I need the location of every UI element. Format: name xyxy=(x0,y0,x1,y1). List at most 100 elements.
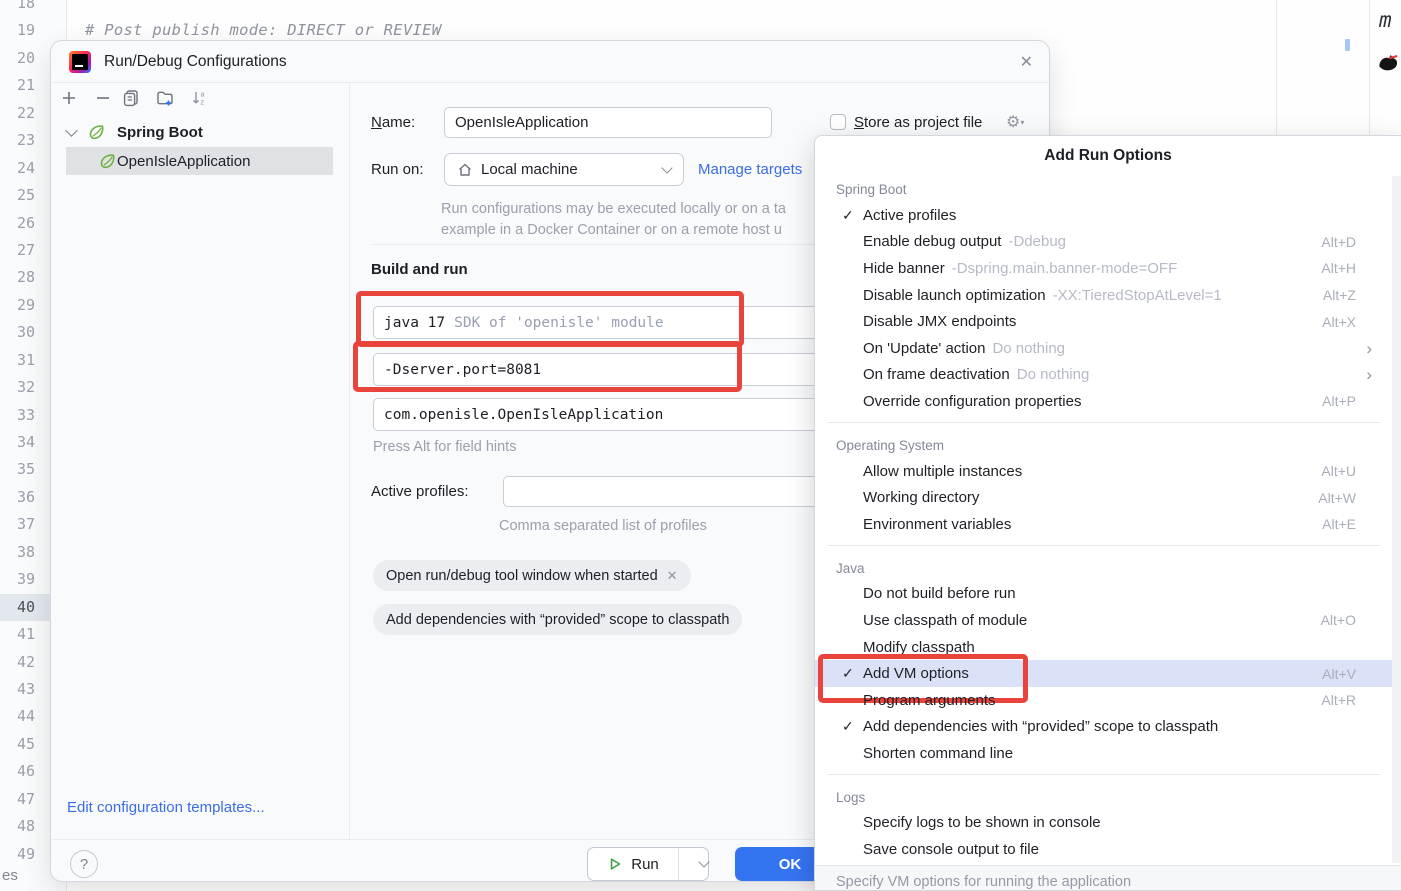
chevron-down-icon xyxy=(65,124,78,137)
jre-field-hint: SDK of 'openisle' module xyxy=(454,315,664,331)
jre-field[interactable]: java 17 SDK of 'openisle' module xyxy=(373,306,841,339)
menu-item-shortcut: Alt+X xyxy=(1322,314,1356,330)
store-as-project-file-checkbox[interactable] xyxy=(830,114,846,130)
menu-row[interactable]: Enable debug output -Ddebug Alt+D xyxy=(815,229,1392,256)
menu-row[interactable]: Save console output to file xyxy=(815,836,1392,863)
close-icon[interactable]: ✕ xyxy=(1020,52,1033,72)
add-configuration-icon[interactable] xyxy=(59,88,79,108)
menu-item-label: Add VM options xyxy=(863,665,969,682)
dialog-title: Run/Debug Configurations xyxy=(104,53,287,71)
menu-item-label: Java xyxy=(836,561,865,576)
spring-boot-icon xyxy=(99,153,116,170)
menu-item-shortcut: Alt+R xyxy=(1321,692,1356,708)
menu-item-label: Add dependencies with “provided” scope t… xyxy=(863,718,1218,735)
menu-item-label: Save console output to file xyxy=(863,841,1039,858)
gear-icon[interactable]: ⚙▾ xyxy=(1006,107,1024,138)
submenu-arrow-icon: › xyxy=(1366,366,1372,383)
menu-row[interactable]: Modify classpath xyxy=(815,634,1392,661)
menu-row[interactable]: Disable JMX endpoints Alt+X xyxy=(815,308,1392,335)
run-button[interactable]: Run xyxy=(587,847,709,881)
submenu-arrow-icon: › xyxy=(1366,340,1372,357)
panel-divider xyxy=(349,83,350,839)
tree-node-openisleapplication[interactable]: OpenIsleApplication xyxy=(66,147,333,175)
menu-item-shortcut: Alt+H xyxy=(1321,260,1356,276)
menu-row[interactable]: Shorten command line xyxy=(815,740,1392,767)
menu-item-shortcut: Alt+Z xyxy=(1323,287,1356,303)
main-class-field[interactable]: com.openisle.OpenIsleApplication xyxy=(373,398,841,431)
menu-row[interactable]: Program arguments Alt+R xyxy=(815,687,1392,714)
chip-provided-scope[interactable]: Add dependencies with “provided” scope t… xyxy=(373,604,742,635)
menu-row: Java xyxy=(815,553,1392,581)
run-on-label: Run on: xyxy=(371,153,424,186)
check-icon: ✓ xyxy=(842,207,863,224)
spring-boot-icon xyxy=(88,124,105,141)
menu-item-shortcut: Alt+E xyxy=(1322,516,1356,532)
chip-open-tool-window[interactable]: Open run/debug tool window when started … xyxy=(373,560,691,591)
menu-item-label: Hide banner xyxy=(863,260,945,277)
active-profiles-hint: Comma separated list of profiles xyxy=(499,518,707,534)
help-button[interactable]: ? xyxy=(70,850,98,878)
menu-item-label: Working directory xyxy=(863,489,979,506)
store-as-project-file-label: Store as project file xyxy=(854,107,982,138)
edit-configuration-templates-link[interactable]: Edit configuration templates... xyxy=(67,799,265,816)
copy-configuration-icon[interactable] xyxy=(121,88,141,108)
menu-row[interactable]: ✓ Add VM options Alt+V xyxy=(815,660,1392,687)
menu-row[interactable]: Working directory Alt+W xyxy=(815,484,1392,511)
run-on-help-line2: example in a Docker Container or on a re… xyxy=(441,222,782,238)
name-input[interactable]: OpenIsleApplication xyxy=(444,107,772,138)
menu-row[interactable]: Specify logs to be shown in console xyxy=(815,810,1392,837)
popup-footer: Specify VM options for running the appli… xyxy=(815,865,1401,890)
home-icon xyxy=(457,162,473,178)
menu-item-label: Do not build before run xyxy=(863,585,1016,602)
menu-item-label: Spring Boot xyxy=(836,182,907,197)
tree-node-spring-boot[interactable]: Spring Boot xyxy=(67,119,203,146)
menu-item-hint: -Ddebug xyxy=(1008,233,1066,250)
run-on-select[interactable]: Local machine xyxy=(444,153,684,186)
menu-row[interactable]: ✓ Add dependencies with “provided” scope… xyxy=(815,714,1392,741)
menu-row[interactable]: Override configuration properties Alt+P xyxy=(815,388,1392,415)
menu-row[interactable]: Environment variables Alt+E xyxy=(815,511,1392,538)
menu-item-label: Operating System xyxy=(836,438,944,453)
menu-row[interactable]: Disable launch optimization -XX:TieredSt… xyxy=(815,282,1392,309)
line-number: 18 xyxy=(0,0,66,17)
ide-screen: 18 19 20 21 22 23 24 25 26 27 28 29 xyxy=(0,0,1401,891)
menu-row[interactable]: Do not build before run xyxy=(815,581,1392,608)
editor-comment-line: # Post publish mode: DIRECT or REVIEW xyxy=(85,21,441,39)
remove-configuration-icon[interactable] xyxy=(93,88,113,108)
manage-targets-link[interactable]: Manage targets xyxy=(698,153,802,186)
tree-child-label: OpenIsleApplication xyxy=(117,153,250,170)
menu-item-hint: -Dspring.main.banner-mode=OFF xyxy=(952,260,1178,277)
chevron-down-icon xyxy=(698,856,709,867)
menu-row[interactable]: Use classpath of module Alt+O xyxy=(815,607,1392,634)
menu-row[interactable]: ✓ Active profiles xyxy=(815,202,1392,229)
menu-row[interactable]: Hide banner -Dspring.main.banner-mode=OF… xyxy=(815,255,1392,282)
active-profiles-label: Active profiles: xyxy=(371,475,469,508)
menu-row xyxy=(827,422,1380,423)
new-folder-icon[interactable] xyxy=(155,88,175,108)
menu-item-shortcut: Alt+D xyxy=(1321,234,1356,250)
menu-item-shortcut: Alt+P xyxy=(1322,393,1356,409)
popup-scrollbar[interactable] xyxy=(1392,176,1401,863)
check-icon: ✓ xyxy=(842,665,863,682)
menu-item-label: Shorten command line xyxy=(863,745,1013,762)
add-run-options-popup: Add Run Options Spring Boot ✓ Active pro… xyxy=(814,135,1401,891)
menu-row[interactable]: Allow multiple instances Alt+U xyxy=(815,458,1392,485)
menu-item-shortcut: Alt+U xyxy=(1321,463,1356,479)
menu-item-label: Enable debug output xyxy=(863,233,1001,250)
svg-text:a: a xyxy=(201,92,205,99)
menu-row[interactable]: On 'Update' action Do nothing › xyxy=(815,335,1392,362)
scrollbar-mark xyxy=(1345,39,1350,51)
vm-options-field[interactable]: -Dserver.port=8081 xyxy=(373,353,841,386)
sort-alphabetically-icon[interactable]: a z xyxy=(189,88,209,108)
menu-item-label: Specify logs to be shown in console xyxy=(863,814,1101,831)
menu-item-label: Use classpath of module xyxy=(863,612,1027,629)
run-on-help-line1: Run configurations may be executed local… xyxy=(441,201,786,217)
close-icon[interactable]: ✕ xyxy=(667,568,678,584)
alt-hint: Press Alt for field hints xyxy=(373,439,516,455)
run-options-dropdown[interactable] xyxy=(678,848,708,880)
menu-item-label: Logs xyxy=(836,790,865,805)
breadcrumb-fragment: es xyxy=(2,867,18,884)
svg-text:z: z xyxy=(201,100,205,107)
menu-row[interactable]: On frame deactivation Do nothing › xyxy=(815,362,1392,389)
menu-item-label: Program arguments xyxy=(863,692,996,709)
